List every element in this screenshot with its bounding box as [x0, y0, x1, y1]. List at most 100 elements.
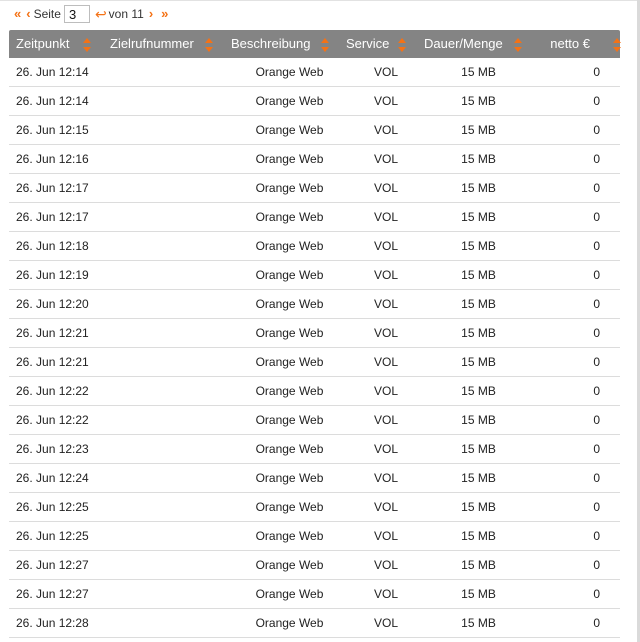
table-row: 26. Jun 12:19 Orange Web VOL 15 MB 0 — [9, 261, 620, 290]
time-cell: 26. Jun 12:18 — [16, 239, 89, 253]
service-cell: VOL — [373, 384, 398, 398]
next-page-icon[interactable]: › — [149, 4, 153, 24]
amount-cell: 15 MB — [461, 210, 496, 224]
table-row: 26. Jun 12:16 Orange Web VOL 15 MB 0 — [9, 145, 620, 174]
sort-icon[interactable] — [398, 38, 406, 52]
description-cell: Orange Web — [255, 413, 324, 427]
column-header-label: Dauer/Menge — [424, 36, 503, 51]
service-cell: VOL — [373, 529, 398, 543]
table-row: 26. Jun 12:15 Orange Web VOL 15 MB 0 — [9, 116, 620, 145]
table-row: 26. Jun 12:17 Orange Web VOL 15 MB 0 — [9, 203, 620, 232]
description-cell: Orange Web — [255, 239, 324, 253]
service-cell: VOL — [373, 500, 398, 514]
table-row: 26. Jun 12:22 Orange Web VOL 15 MB 0 — [9, 377, 620, 406]
sort-icon[interactable] — [613, 38, 621, 52]
column-header-service[interactable]: Service — [338, 30, 416, 58]
description-cell: Orange Web — [255, 355, 324, 369]
amount-cell: 15 MB — [461, 152, 496, 166]
service-cell: VOL — [373, 558, 398, 572]
net-amount-cell: 0 — [593, 500, 600, 514]
amount-cell: 15 MB — [461, 65, 496, 79]
net-amount-cell: 0 — [593, 616, 600, 630]
description-cell: Orange Web — [255, 65, 324, 79]
description-cell: Orange Web — [255, 123, 324, 137]
description-cell: Orange Web — [255, 529, 324, 543]
net-amount-cell: 0 — [593, 413, 600, 427]
net-amount-cell: 0 — [593, 471, 600, 485]
net-amount-cell: 0 — [593, 94, 600, 108]
column-header-label: Service — [346, 36, 390, 51]
time-cell: 26. Jun 12:22 — [16, 413, 89, 427]
description-cell: Orange Web — [255, 326, 324, 340]
amount-cell: 15 MB — [461, 239, 496, 253]
sort-icon[interactable] — [514, 38, 522, 52]
column-header-zielrufnummer[interactable]: Zielrufnummer — [105, 30, 223, 58]
time-cell: 26. Jun 12:17 — [16, 181, 89, 195]
time-cell: 26. Jun 12:21 — [16, 355, 89, 369]
sort-icon[interactable] — [205, 38, 213, 52]
table-row: 26. Jun 12:14 Orange Web VOL 15 MB 0 — [9, 58, 620, 87]
net-amount-cell: 0 — [593, 384, 600, 398]
service-cell: VOL — [373, 297, 398, 311]
net-amount-cell: 0 — [593, 558, 600, 572]
first-page-icon[interactable]: « — [14, 4, 21, 24]
service-cell: VOL — [373, 355, 398, 369]
table-row: 26. Jun 12:27 Orange Web VOL 15 MB 0 — [9, 580, 620, 609]
column-header-beschreibung[interactable]: Beschreibung — [223, 30, 338, 58]
service-cell: VOL — [373, 616, 398, 630]
service-cell: VOL — [373, 94, 398, 108]
service-cell: VOL — [373, 413, 398, 427]
description-cell: Orange Web — [255, 210, 324, 224]
previous-page-icon[interactable]: ‹ — [26, 4, 30, 24]
table-row: 26. Jun 12:23 Orange Web VOL 15 MB 0 — [9, 435, 620, 464]
table-row: 26. Jun 12:20 Orange Web VOL 15 MB 0 — [9, 290, 620, 319]
amount-cell: 15 MB — [461, 297, 496, 311]
amount-cell: 15 MB — [461, 500, 496, 514]
column-header-zeitpunkt[interactable]: Zeitpunkt — [9, 30, 105, 58]
column-header-label: Beschreibung — [231, 36, 311, 51]
table-row: 26. Jun 12:22 Orange Web VOL 15 MB 0 — [9, 406, 620, 435]
service-cell: VOL — [373, 239, 398, 253]
column-header-label: Zielrufnummer — [110, 36, 194, 51]
table-row: 26. Jun 12:17 Orange Web VOL 15 MB 0 — [9, 174, 620, 203]
service-cell: VOL — [373, 210, 398, 224]
table-header: Zeitpunkt Zielrufnummer Beschreibung Ser… — [9, 30, 621, 58]
amount-cell: 15 MB — [461, 326, 496, 340]
service-cell: VOL — [373, 152, 398, 166]
last-page-icon[interactable]: » — [161, 4, 168, 24]
net-amount-cell: 0 — [593, 442, 600, 456]
service-cell: VOL — [373, 268, 398, 282]
service-cell: VOL — [373, 123, 398, 137]
description-cell: Orange Web — [255, 442, 324, 456]
go-to-page-icon[interactable]: ↩ — [95, 6, 107, 23]
net-amount-cell: 0 — [593, 210, 600, 224]
time-cell: 26. Jun 12:27 — [16, 587, 89, 601]
net-amount-cell: 0 — [593, 239, 600, 253]
amount-cell: 15 MB — [461, 587, 496, 601]
amount-cell: 15 MB — [461, 442, 496, 456]
net-amount-cell: 0 — [593, 529, 600, 543]
sort-icon[interactable] — [321, 38, 329, 52]
table-row: 26. Jun 12:21 Orange Web VOL 15 MB 0 — [9, 348, 620, 377]
service-cell: VOL — [373, 65, 398, 79]
description-cell: Orange Web — [255, 181, 324, 195]
time-cell: 26. Jun 12:15 — [16, 123, 89, 137]
column-header-dauer-menge[interactable]: Dauer/Menge — [416, 30, 529, 58]
net-amount-cell: 0 — [593, 152, 600, 166]
description-cell: Orange Web — [255, 558, 324, 572]
amount-cell: 15 MB — [461, 181, 496, 195]
sort-icon[interactable] — [83, 38, 91, 52]
net-amount-cell: 0 — [593, 268, 600, 282]
pagination-bar: « ‹ Seite ↩ von 11 › » — [14, 4, 168, 24]
amount-cell: 15 MB — [461, 355, 496, 369]
service-cell: VOL — [373, 442, 398, 456]
time-cell: 26. Jun 12:14 — [16, 94, 89, 108]
description-cell: Orange Web — [255, 268, 324, 282]
service-cell: VOL — [373, 326, 398, 340]
amount-cell: 15 MB — [461, 268, 496, 282]
time-cell: 26. Jun 12:24 — [16, 471, 89, 485]
column-header-netto[interactable]: netto € — [529, 30, 621, 58]
description-cell: Orange Web — [255, 94, 324, 108]
page-label: Seite — [33, 7, 61, 21]
page-number-input[interactable] — [63, 5, 90, 23]
